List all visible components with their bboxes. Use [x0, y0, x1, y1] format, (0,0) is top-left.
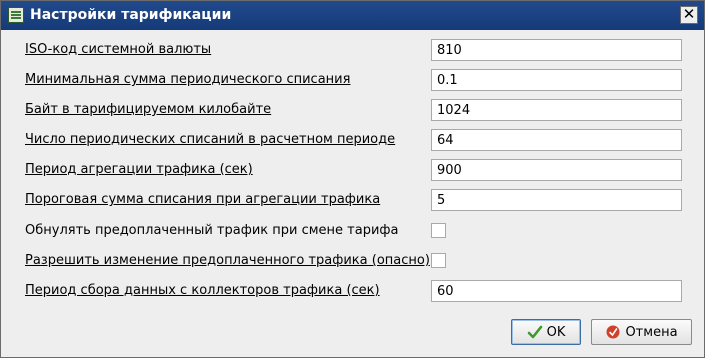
setting-label: Обнулять предоплаченный трафик при смене… — [25, 223, 399, 238]
setting-row-collector-period: Период сбора данных с коллекторов трафик… — [1, 279, 704, 303]
setting-row-threshold-amount: Пороговая сумма списания при агрегации т… — [1, 188, 704, 212]
setting-row-aggregation-period: Период агрегации трафика (сек) — [1, 158, 704, 182]
setting-label: Пороговая сумма списания при агрегации т… — [25, 192, 381, 207]
setting-label: Минимальная сумма периодического списани… — [25, 72, 351, 87]
setting-row-reset-prepaid: Обнулять предоплаченный трафик при смене… — [1, 219, 704, 243]
close-icon: ✕ — [682, 5, 696, 23]
settings-form: ISO-код системной валюты Минимальная сум… — [1, 30, 704, 357]
setting-label: Байт в тарифицируемом килобайте — [25, 102, 272, 117]
setting-row-bytes-per-kb: Байт в тарифицируемом килобайте — [1, 98, 704, 122]
setting-label: ISO-код системной валюты — [25, 42, 212, 57]
collector-period-field[interactable] — [431, 280, 682, 302]
window-title: Настройки тарификации — [30, 7, 232, 23]
allow-prepaid-edit-checkbox[interactable] — [431, 253, 446, 268]
currency-iso-field[interactable] — [431, 39, 682, 61]
settings-dialog: Настройки тарификации ✕ ISO-код системно… — [0, 0, 705, 358]
checkmark-icon — [527, 325, 542, 339]
setting-label: Число периодических списаний в расчетном… — [25, 132, 396, 147]
ok-button[interactable]: OK — [511, 319, 581, 345]
close-button[interactable]: ✕ — [680, 6, 698, 24]
cancel-button[interactable]: Отмена — [591, 319, 692, 345]
title-bar[interactable]: Настройки тарификации ✕ — [1, 1, 704, 30]
cancel-icon — [606, 325, 620, 339]
cancel-label: Отмена — [625, 324, 678, 340]
aggregation-period-field[interactable] — [431, 159, 682, 181]
setting-row-charges-per-period: Число периодических списаний в расчетном… — [1, 128, 704, 152]
settings-table-icon — [8, 7, 24, 23]
charges-per-period-field[interactable] — [431, 129, 682, 151]
min-charge-field[interactable] — [431, 69, 682, 91]
reset-prepaid-checkbox[interactable] — [431, 223, 446, 238]
setting-label: Разрешить изменение предоплаченного траф… — [25, 253, 430, 268]
setting-label: Период агрегации трафика (сек) — [25, 162, 253, 177]
bytes-per-kb-field[interactable] — [431, 99, 682, 121]
setting-row-min-charge: Минимальная сумма периодического списани… — [1, 68, 704, 92]
setting-label: Период сбора данных с коллекторов трафик… — [25, 283, 380, 298]
setting-row-currency-iso: ISO-код системной валюты — [1, 38, 704, 62]
threshold-amount-field[interactable] — [431, 189, 682, 211]
setting-row-allow-prepaid-edit: Разрешить изменение предоплаченного траф… — [1, 249, 704, 273]
ok-label: OK — [546, 324, 566, 340]
